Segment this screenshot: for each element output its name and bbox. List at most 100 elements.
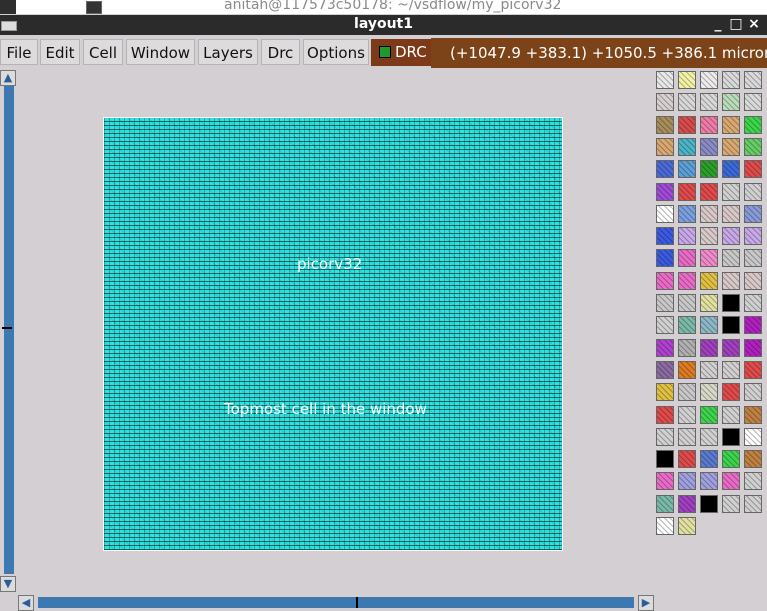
layer-swatch[interactable] [700, 249, 718, 268]
menu-options[interactable]: Options [303, 39, 369, 65]
layer-swatch[interactable] [678, 450, 696, 469]
layer-swatch[interactable] [656, 115, 674, 134]
layer-swatch[interactable] [744, 271, 762, 290]
layer-swatch[interactable] [700, 360, 718, 379]
layer-swatch[interactable] [656, 271, 674, 290]
layer-swatch[interactable] [700, 137, 718, 156]
vertical-scrollbar[interactable]: ▲ ▼ [0, 68, 16, 594]
layer-swatch[interactable] [700, 450, 718, 469]
layer-swatch[interactable] [744, 405, 762, 424]
layer-swatch[interactable] [700, 160, 718, 179]
layer-swatch[interactable] [656, 182, 674, 201]
menu-edit[interactable]: Edit [40, 39, 80, 65]
layer-swatch[interactable] [678, 427, 696, 446]
close-button[interactable]: × [745, 16, 763, 32]
layer-swatch[interactable] [678, 160, 696, 179]
layer-swatch[interactable] [744, 316, 762, 335]
layer-swatch[interactable] [678, 115, 696, 134]
window-menu-icon[interactable] [0, 0, 16, 14]
layer-swatch[interactable] [722, 227, 740, 246]
layer-swatch[interactable] [744, 383, 762, 402]
maximize-button[interactable]: □ [727, 16, 745, 32]
layer-swatch[interactable] [722, 271, 740, 290]
layer-swatch[interactable] [678, 71, 696, 89]
layer-swatch[interactable] [744, 182, 762, 201]
layer-swatch[interactable] [722, 137, 740, 156]
drc-status-button[interactable]: DRC [371, 39, 431, 66]
layer-swatch[interactable] [678, 517, 696, 535]
layer-swatch[interactable] [744, 450, 762, 469]
menu-layers[interactable]: Layers [198, 39, 258, 65]
layer-swatch[interactable] [722, 204, 740, 223]
layer-swatch[interactable] [744, 294, 762, 312]
layer-swatch[interactable] [678, 227, 696, 246]
horizontal-scroll-thumb[interactable] [356, 597, 358, 608]
layer-swatch[interactable] [722, 383, 740, 402]
layer-swatch[interactable] [744, 494, 762, 513]
layer-swatch[interactable] [744, 249, 762, 268]
layer-swatch[interactable] [656, 137, 674, 156]
layer-swatch[interactable] [744, 93, 762, 112]
menu-window[interactable]: Window [126, 39, 195, 65]
layer-swatch[interactable] [744, 360, 762, 379]
scroll-right-icon[interactable]: ▶ [638, 595, 654, 611]
layer-swatch[interactable] [722, 93, 740, 112]
layer-swatch[interactable] [656, 227, 674, 246]
layer-swatch[interactable] [722, 472, 740, 491]
layer-swatch[interactable] [700, 227, 718, 246]
layer-swatch[interactable] [678, 294, 696, 312]
layer-swatch[interactable] [700, 427, 718, 446]
layer-swatch[interactable] [656, 71, 674, 89]
layer-swatch[interactable] [722, 316, 740, 335]
layer-swatch[interactable] [678, 472, 696, 491]
picorv32-cell-box[interactable]: picorv32 Topmost cell in the window [103, 117, 563, 551]
horizontal-scrollbar[interactable]: ◀ ▶ [18, 594, 654, 611]
layer-swatch[interactable] [656, 160, 674, 179]
vertical-scroll-thumb[interactable] [2, 327, 12, 329]
layer-swatch[interactable] [678, 204, 696, 223]
scroll-up-icon[interactable]: ▲ [0, 70, 16, 86]
layer-swatch[interactable] [656, 249, 674, 268]
layer-swatch[interactable] [656, 517, 674, 535]
layer-swatch[interactable] [722, 160, 740, 179]
layer-swatch[interactable] [678, 93, 696, 112]
layer-swatch[interactable] [744, 227, 762, 246]
layer-swatch[interactable] [678, 360, 696, 379]
menu-cell[interactable]: Cell [83, 39, 123, 65]
layer-swatch[interactable] [744, 137, 762, 156]
layer-swatch[interactable] [656, 316, 674, 335]
layer-swatch[interactable] [700, 271, 718, 290]
layer-swatch[interactable] [700, 115, 718, 134]
layer-swatch[interactable] [700, 71, 718, 89]
layer-swatch[interactable] [678, 405, 696, 424]
layer-swatch[interactable] [678, 316, 696, 335]
layer-swatch[interactable] [700, 405, 718, 424]
layer-swatch[interactable] [722, 405, 740, 424]
layer-swatch[interactable] [722, 294, 740, 312]
menu-drc[interactable]: Drc [261, 39, 300, 65]
layer-swatch[interactable] [656, 450, 674, 469]
layer-swatch[interactable] [678, 494, 696, 513]
layer-swatch[interactable] [722, 494, 740, 513]
layer-swatch[interactable] [700, 182, 718, 201]
layer-swatch[interactable] [722, 360, 740, 379]
layer-swatch[interactable] [722, 182, 740, 201]
layer-swatch[interactable] [656, 427, 674, 446]
layer-swatch[interactable] [678, 338, 696, 357]
layer-swatch[interactable] [700, 204, 718, 223]
layer-swatch[interactable] [722, 249, 740, 268]
menu-file[interactable]: File [0, 39, 38, 65]
layer-swatch[interactable] [656, 383, 674, 402]
layer-swatch[interactable] [744, 204, 762, 223]
layer-swatch[interactable] [678, 182, 696, 201]
layer-swatch[interactable] [700, 316, 718, 335]
layer-swatch[interactable] [656, 93, 674, 112]
layer-swatch[interactable] [700, 294, 718, 312]
layer-swatch[interactable] [656, 405, 674, 424]
layer-swatch[interactable] [656, 338, 674, 357]
layer-swatch[interactable] [656, 494, 674, 513]
layer-swatch[interactable] [700, 338, 718, 357]
layer-swatch[interactable] [744, 115, 762, 134]
layer-swatch[interactable] [744, 338, 762, 357]
layer-swatch[interactable] [744, 160, 762, 179]
